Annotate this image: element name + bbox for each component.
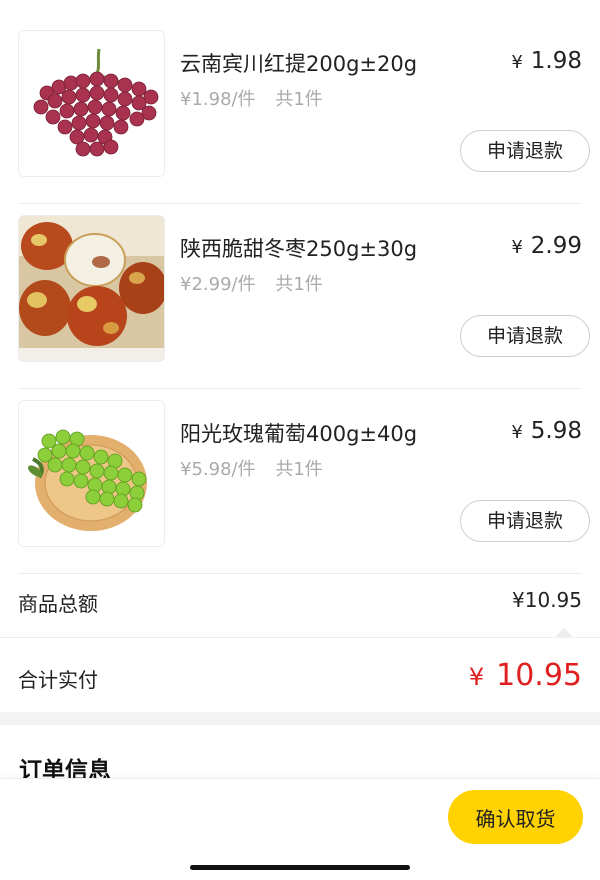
order-item: 陕西脆甜冬枣250g±30g ¥2.99/件 共1件 ¥2.99 申请退款 (18, 203, 590, 389)
item-name: 陕西脆甜冬枣250g±30g (180, 237, 418, 261)
item-name: 阳光玫瑰葡萄400g±40g (180, 422, 418, 446)
order-detail-page: 云南宾川红提200g±20g ¥1.98/件 共1件 ¥1.98 申请退款 陕西… (0, 0, 600, 880)
total-row: 合计实付 ¥10.95 (18, 658, 582, 700)
item-price-value: 1.98 (530, 48, 582, 74)
item-unit-info: ¥5.98/件 共1件 (180, 455, 323, 481)
item-name: 云南宾川红提200g±20g (180, 52, 418, 76)
item-price: ¥2.99 (511, 233, 582, 259)
divider (0, 637, 600, 638)
item-unit-price: ¥5.98/件 (180, 459, 256, 480)
item-price-value: 5.98 (530, 418, 582, 444)
item-price-symbol: ¥ (511, 237, 523, 258)
refund-button[interactable]: 申请退款 (460, 500, 590, 542)
subtotal-label: 商品总额 (18, 592, 98, 616)
item-unit-price: ¥2.99/件 (180, 274, 256, 295)
refund-button[interactable]: 申请退款 (460, 315, 590, 357)
item-price-symbol: ¥ (511, 422, 523, 443)
item-unit-price: ¥1.98/件 (180, 89, 256, 110)
total-symbol: ¥ (468, 663, 485, 691)
subtotal-value: ¥10.95 (512, 588, 582, 612)
refund-button[interactable]: 申请退款 (460, 130, 590, 172)
confirm-pickup-button[interactable]: 确认取货 (448, 790, 583, 844)
home-indicator[interactable] (190, 865, 410, 870)
red-grapes-image[interactable] (18, 30, 165, 177)
item-count: 共1件 (275, 274, 323, 295)
item-unit-info: ¥2.99/件 共1件 (180, 270, 323, 296)
total-amount: 10.95 (496, 658, 582, 693)
order-item: 云南宾川红提200g±20g ¥1.98/件 共1件 ¥1.98 申请退款 (18, 18, 590, 204)
item-price-value: 2.99 (530, 233, 582, 259)
total-label: 合计实付 (18, 668, 98, 692)
item-count: 共1件 (275, 459, 323, 480)
subtotal-row: 商品总额 ¥10.95 (18, 588, 582, 618)
total-value: ¥10.95 (469, 658, 582, 693)
order-item: 阳光玫瑰葡萄400g±40g ¥5.98/件 共1件 ¥5.98 申请退款 (18, 388, 590, 574)
order-items-card: 云南宾川红提200g±20g ¥1.98/件 共1件 ¥1.98 申请退款 陕西… (0, 0, 600, 712)
item-count: 共1件 (275, 89, 323, 110)
item-price: ¥1.98 (511, 48, 582, 74)
item-price-symbol: ¥ (511, 52, 523, 73)
item-price: ¥5.98 (511, 418, 582, 444)
item-unit-info: ¥1.98/件 共1件 (180, 85, 323, 111)
winter-jujube-image[interactable] (18, 215, 165, 362)
green-grapes-image[interactable] (18, 400, 165, 547)
bottom-action-bar: 确认取货 (0, 778, 600, 880)
